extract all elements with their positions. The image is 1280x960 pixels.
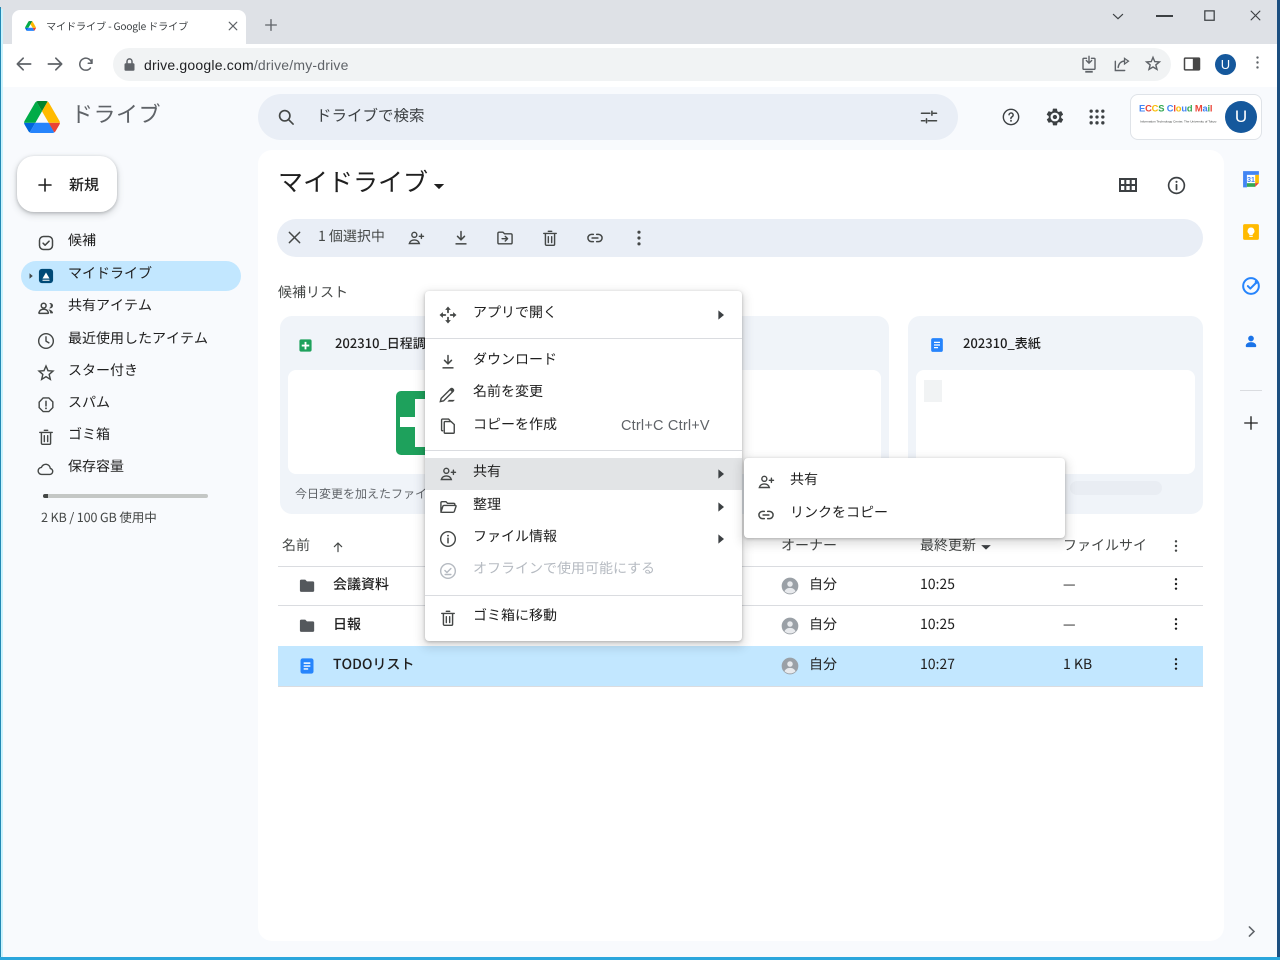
svg-text:31: 31	[1247, 177, 1255, 184]
